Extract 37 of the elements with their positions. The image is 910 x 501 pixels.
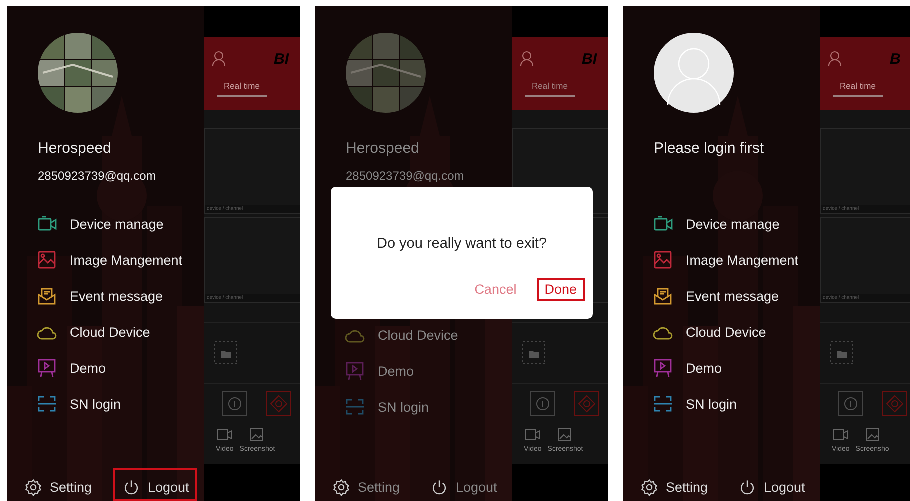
folder-icon[interactable] bbox=[830, 341, 854, 365]
image-icon bbox=[249, 428, 266, 442]
app-logo: BI bbox=[274, 50, 289, 68]
menu-item[interactable]: Event message bbox=[623, 278, 813, 314]
app-logo: BI bbox=[582, 50, 597, 68]
tab[interactable]: Real time bbox=[217, 81, 267, 97]
camera-icon bbox=[524, 428, 541, 442]
done-button[interactable]: Done bbox=[536, 278, 585, 301]
tab[interactable]: Real time bbox=[833, 81, 883, 97]
menu-item[interactable]: Cloud Device bbox=[623, 314, 813, 350]
user-icon[interactable] bbox=[520, 51, 536, 67]
image-icon bbox=[557, 428, 574, 442]
menu-item[interactable]: Image Mangement bbox=[623, 242, 813, 278]
power-icon bbox=[739, 479, 756, 496]
menu-item[interactable]: SN login bbox=[623, 386, 813, 422]
single-view-icon[interactable] bbox=[530, 391, 556, 417]
user-avatar-icon bbox=[654, 33, 734, 113]
user-icon[interactable] bbox=[212, 51, 228, 67]
camera-icon bbox=[216, 428, 233, 442]
single-view-icon[interactable] bbox=[838, 391, 864, 417]
app-logo: B bbox=[890, 50, 901, 68]
image-icon bbox=[864, 428, 881, 442]
setting-button[interactable]: Setting bbox=[631, 468, 729, 501]
camera-icon bbox=[832, 428, 849, 442]
tab[interactable]: Real time bbox=[525, 81, 575, 97]
user-name: Please login first bbox=[654, 140, 764, 157]
crosshair-icon[interactable] bbox=[882, 391, 908, 417]
user-icon[interactable] bbox=[828, 51, 844, 67]
single-view-icon[interactable] bbox=[222, 391, 248, 417]
logout-button[interactable]: Logout bbox=[729, 468, 814, 501]
crosshair-icon[interactable] bbox=[574, 391, 600, 417]
folder-icon[interactable] bbox=[522, 341, 546, 365]
menu-item[interactable]: Device manage bbox=[623, 206, 813, 242]
settings-icon bbox=[641, 479, 658, 496]
crosshair-icon[interactable] bbox=[266, 391, 292, 417]
menu-item[interactable]: Demo bbox=[623, 350, 813, 386]
folder-icon[interactable] bbox=[214, 341, 238, 365]
